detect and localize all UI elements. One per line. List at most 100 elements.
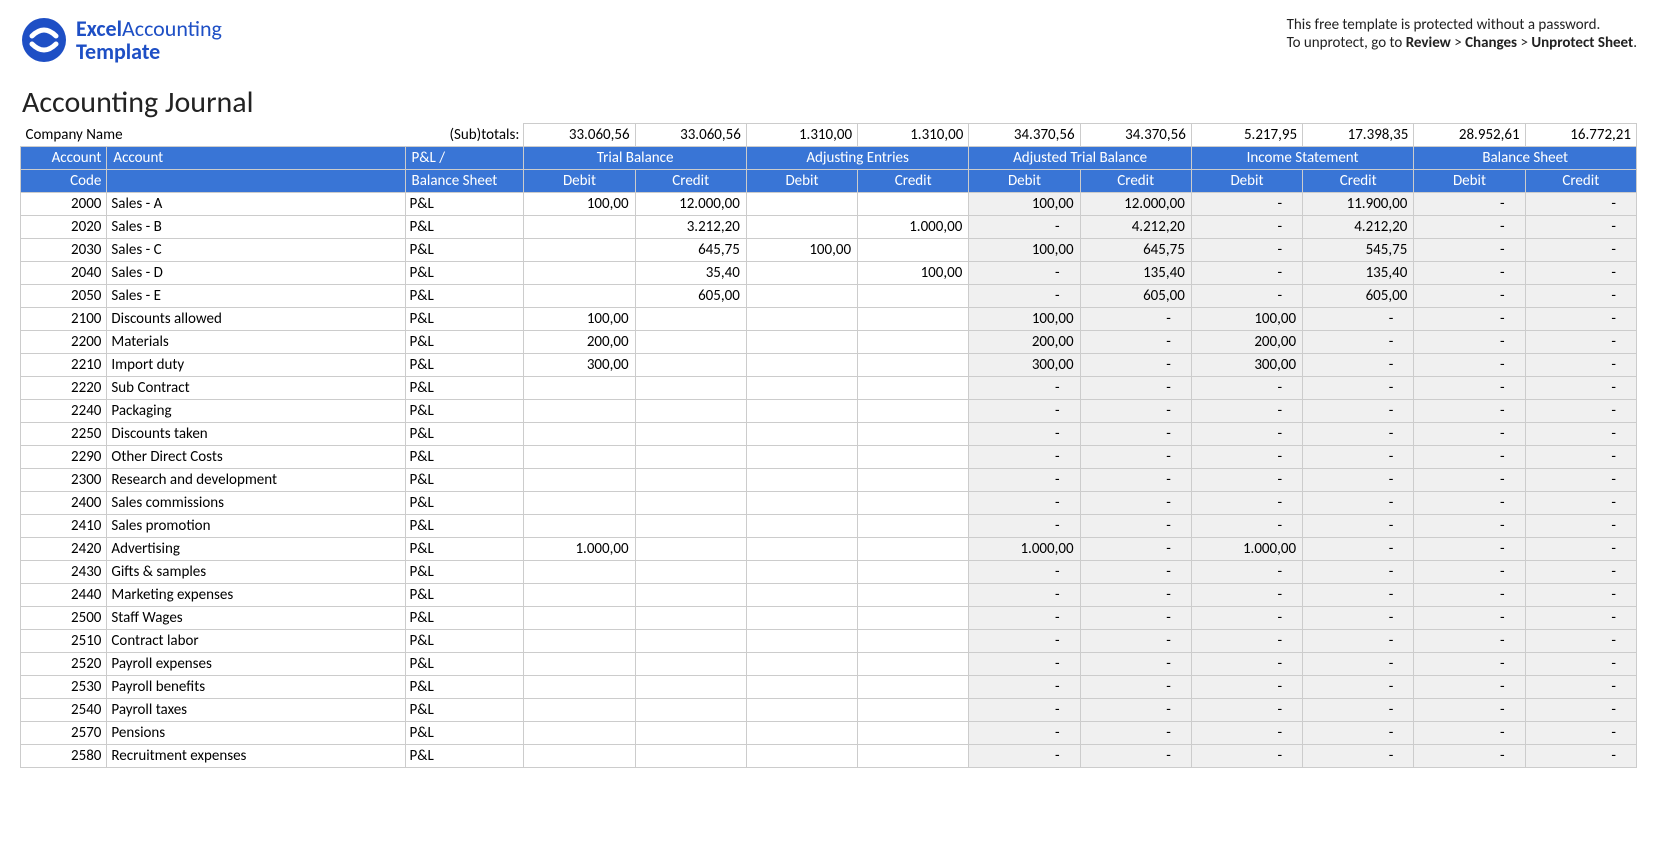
cell[interactable]: - — [1191, 423, 1302, 446]
cell[interactable] — [746, 354, 857, 377]
cell[interactable]: - — [1191, 262, 1302, 285]
cell[interactable]: 100,00 — [524, 193, 635, 216]
cell[interactable] — [635, 653, 746, 676]
cell[interactable]: - — [1303, 423, 1414, 446]
cell[interactable]: - — [1303, 630, 1414, 653]
cell[interactable]: 605,00 — [635, 285, 746, 308]
cell[interactable]: - — [1525, 607, 1636, 630]
cell[interactable]: - — [1414, 377, 1525, 400]
cell[interactable] — [858, 193, 969, 216]
cell[interactable] — [858, 699, 969, 722]
cell[interactable]: 100,00 — [524, 308, 635, 331]
cell[interactable]: 2290 — [21, 446, 107, 469]
cell[interactable]: - — [1191, 446, 1302, 469]
cell[interactable] — [746, 285, 857, 308]
cell[interactable] — [746, 538, 857, 561]
cell[interactable]: - — [1414, 285, 1525, 308]
cell[interactable]: 2250 — [21, 423, 107, 446]
cell[interactable]: - — [1525, 446, 1636, 469]
cell[interactable] — [524, 285, 635, 308]
cell[interactable]: - — [1525, 216, 1636, 239]
cell[interactable]: - — [1525, 193, 1636, 216]
cell[interactable]: 4.212,20 — [1080, 216, 1191, 239]
cell[interactable]: - — [1525, 515, 1636, 538]
cell[interactable]: - — [1414, 699, 1525, 722]
cell[interactable]: P&L — [405, 469, 524, 492]
cell[interactable] — [858, 331, 969, 354]
cell[interactable] — [635, 561, 746, 584]
cell[interactable]: 100,00 — [969, 193, 1080, 216]
cell[interactable] — [524, 630, 635, 653]
cell[interactable]: - — [1303, 354, 1414, 377]
cell[interactable] — [524, 469, 635, 492]
cell[interactable] — [524, 446, 635, 469]
cell[interactable] — [524, 653, 635, 676]
cell[interactable] — [858, 607, 969, 630]
cell[interactable]: 200,00 — [969, 331, 1080, 354]
cell[interactable]: - — [1525, 745, 1636, 768]
cell[interactable]: 2000 — [21, 193, 107, 216]
cell[interactable] — [858, 722, 969, 745]
cell[interactable]: - — [1080, 676, 1191, 699]
cell[interactable]: 2210 — [21, 354, 107, 377]
cell[interactable]: P&L — [405, 216, 524, 239]
cell[interactable]: 2240 — [21, 400, 107, 423]
cell[interactable] — [524, 722, 635, 745]
cell[interactable]: - — [1191, 492, 1302, 515]
cell[interactable] — [858, 469, 969, 492]
cell[interactable] — [635, 469, 746, 492]
cell[interactable]: 2420 — [21, 538, 107, 561]
cell[interactable]: - — [1191, 745, 1302, 768]
cell[interactable]: - — [1080, 584, 1191, 607]
cell[interactable]: P&L — [405, 745, 524, 768]
cell[interactable] — [858, 400, 969, 423]
cell[interactable]: 100,00 — [969, 239, 1080, 262]
cell[interactable]: 1.000,00 — [969, 538, 1080, 561]
cell[interactable]: 100,00 — [969, 308, 1080, 331]
cell[interactable]: - — [1080, 492, 1191, 515]
cell[interactable] — [635, 722, 746, 745]
cell[interactable]: 2040 — [21, 262, 107, 285]
cell[interactable] — [858, 377, 969, 400]
cell[interactable]: Sales - E — [107, 285, 405, 308]
cell[interactable]: 300,00 — [969, 354, 1080, 377]
cell[interactable]: Payroll benefits — [107, 676, 405, 699]
cell[interactable]: 1.000,00 — [858, 216, 969, 239]
cell[interactable]: P&L — [405, 377, 524, 400]
cell[interactable]: - — [1191, 515, 1302, 538]
cell[interactable] — [524, 216, 635, 239]
cell[interactable]: - — [1080, 630, 1191, 653]
cell[interactable]: - — [1080, 377, 1191, 400]
cell[interactable] — [635, 515, 746, 538]
cell[interactable] — [858, 285, 969, 308]
cell[interactable] — [635, 745, 746, 768]
cell[interactable] — [524, 400, 635, 423]
cell[interactable] — [635, 676, 746, 699]
cell[interactable]: - — [1414, 745, 1525, 768]
cell[interactable] — [858, 538, 969, 561]
cell[interactable]: Other Direct Costs — [107, 446, 405, 469]
cell[interactable]: - — [1080, 354, 1191, 377]
cell[interactable]: - — [1414, 630, 1525, 653]
cell[interactable]: - — [1303, 515, 1414, 538]
cell[interactable]: - — [1525, 354, 1636, 377]
cell[interactable]: - — [1525, 492, 1636, 515]
cell[interactable] — [746, 216, 857, 239]
cell[interactable]: - — [1191, 561, 1302, 584]
cell[interactable]: 100,00 — [1191, 308, 1302, 331]
cell[interactable]: - — [1525, 630, 1636, 653]
cell[interactable]: - — [1080, 538, 1191, 561]
cell[interactable]: P&L — [405, 722, 524, 745]
cell[interactable]: - — [969, 262, 1080, 285]
cell[interactable] — [746, 377, 857, 400]
cell[interactable]: - — [1525, 699, 1636, 722]
cell[interactable]: - — [1191, 469, 1302, 492]
cell[interactable]: P&L — [405, 653, 524, 676]
cell[interactable] — [746, 423, 857, 446]
cell[interactable]: - — [1525, 239, 1636, 262]
cell[interactable]: 12.000,00 — [1080, 193, 1191, 216]
cell[interactable]: P&L — [405, 331, 524, 354]
cell[interactable]: - — [1414, 584, 1525, 607]
cell[interactable]: - — [1191, 653, 1302, 676]
cell[interactable]: - — [1191, 722, 1302, 745]
